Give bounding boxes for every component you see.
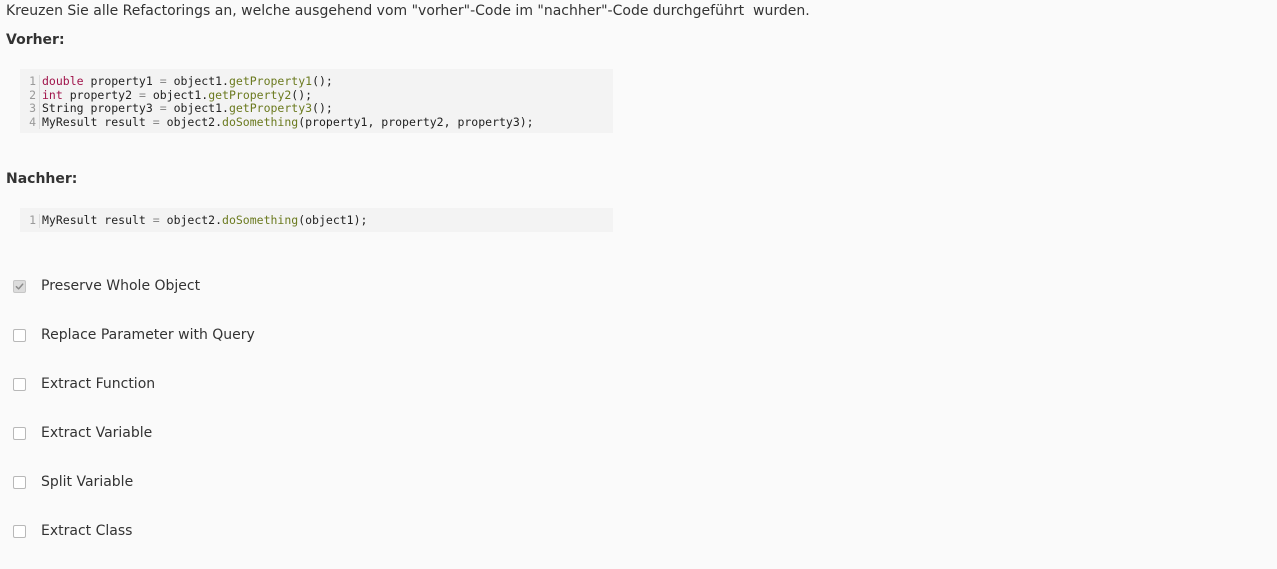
checkbox[interactable] bbox=[13, 524, 26, 538]
after-code-block: 1 MyResult result = object2. doSomething (o… bbox=[20, 208, 613, 232]
code-token: property2 bbox=[62, 87, 139, 102]
code-token: = bbox=[152, 213, 160, 227]
code-token: doSomething bbox=[222, 114, 299, 129]
option-label: Extract Function bbox=[41, 376, 156, 392]
option-label: Extract Class bbox=[41, 523, 133, 539]
code-token: getProperty1 bbox=[228, 74, 313, 88]
code-token: = bbox=[159, 101, 167, 115]
checkbox[interactable] bbox=[13, 279, 26, 293]
line-number: 1 bbox=[20, 213, 40, 228]
answer-options: Preserve Whole Object Replace Parameter w… bbox=[13, 275, 255, 569]
code-token: object1. bbox=[166, 74, 229, 88]
code-token: MyResult result bbox=[42, 213, 153, 227]
code-token: (object1); bbox=[298, 213, 368, 227]
line-number: 1 bbox=[20, 74, 40, 89]
code-token: object1. bbox=[166, 101, 229, 115]
code-token: = bbox=[152, 114, 160, 129]
code-token: (); bbox=[312, 101, 333, 115]
checkbox[interactable] bbox=[13, 475, 26, 489]
code-token: = bbox=[159, 74, 167, 88]
checkbox[interactable] bbox=[13, 377, 26, 391]
option-extract-variable[interactable]: Extract Variable bbox=[13, 422, 255, 444]
checkbox[interactable] bbox=[13, 328, 26, 342]
line-number: 4 bbox=[20, 115, 40, 129]
code-token: object2. bbox=[159, 213, 223, 227]
code-line: 4 MyResult result = object2. doSomething (p… bbox=[20, 114, 613, 129]
option-label: Preserve Whole Object bbox=[41, 278, 201, 294]
code-line: 2 int property2 = object1. getProperty2 (); bbox=[20, 87, 613, 102]
code-token: (); bbox=[291, 87, 313, 102]
option-preserve-whole-object[interactable]: Preserve Whole Object bbox=[13, 275, 255, 297]
code-line: 1 MyResult result = object2. doSomething (o… bbox=[20, 213, 613, 228]
option-label: Split Variable bbox=[41, 474, 134, 490]
code-token: double bbox=[42, 74, 84, 88]
code-line: 3 String property3 = object1. getProperty3… bbox=[20, 101, 613, 116]
code-token: object1. bbox=[145, 87, 209, 102]
line-number: 2 bbox=[20, 88, 40, 102]
option-extract-class[interactable]: Extract Class bbox=[13, 520, 255, 542]
code-token: (); bbox=[312, 74, 333, 88]
after-label: Nachher: bbox=[6, 171, 78, 187]
option-label: Extract Variable bbox=[41, 425, 153, 441]
code-token: String property3 bbox=[42, 101, 160, 115]
code-token: object2. bbox=[159, 114, 223, 129]
code-token: = bbox=[138, 87, 146, 102]
before-code-block: 1 double property1 = object1. getProperty1… bbox=[20, 69, 613, 133]
code-token: (property1, property2, property3); bbox=[298, 114, 534, 129]
checkbox[interactable] bbox=[13, 426, 26, 440]
option-extract-function[interactable]: Extract Function bbox=[13, 373, 255, 395]
question-text: Kreuzen Sie alle Refactorings an, welche… bbox=[6, 3, 810, 19]
code-token: MyResult result bbox=[42, 114, 153, 129]
code-token: getProperty2 bbox=[208, 87, 292, 102]
before-label: Vorher: bbox=[6, 32, 65, 48]
code-token: doSomething bbox=[222, 213, 299, 227]
option-label: Replace Parameter with Query bbox=[41, 327, 255, 343]
code-token: property1 bbox=[83, 74, 160, 88]
code-token: int bbox=[42, 87, 63, 102]
code-line: 1 double property1 = object1. getProperty1… bbox=[20, 74, 613, 89]
option-replace-parameter-with-query[interactable]: Replace Parameter with Query bbox=[13, 324, 255, 346]
checkmark-icon bbox=[15, 282, 24, 290]
code-token: getProperty3 bbox=[228, 101, 313, 115]
option-split-variable[interactable]: Split Variable bbox=[13, 471, 255, 493]
line-number: 3 bbox=[20, 101, 40, 116]
